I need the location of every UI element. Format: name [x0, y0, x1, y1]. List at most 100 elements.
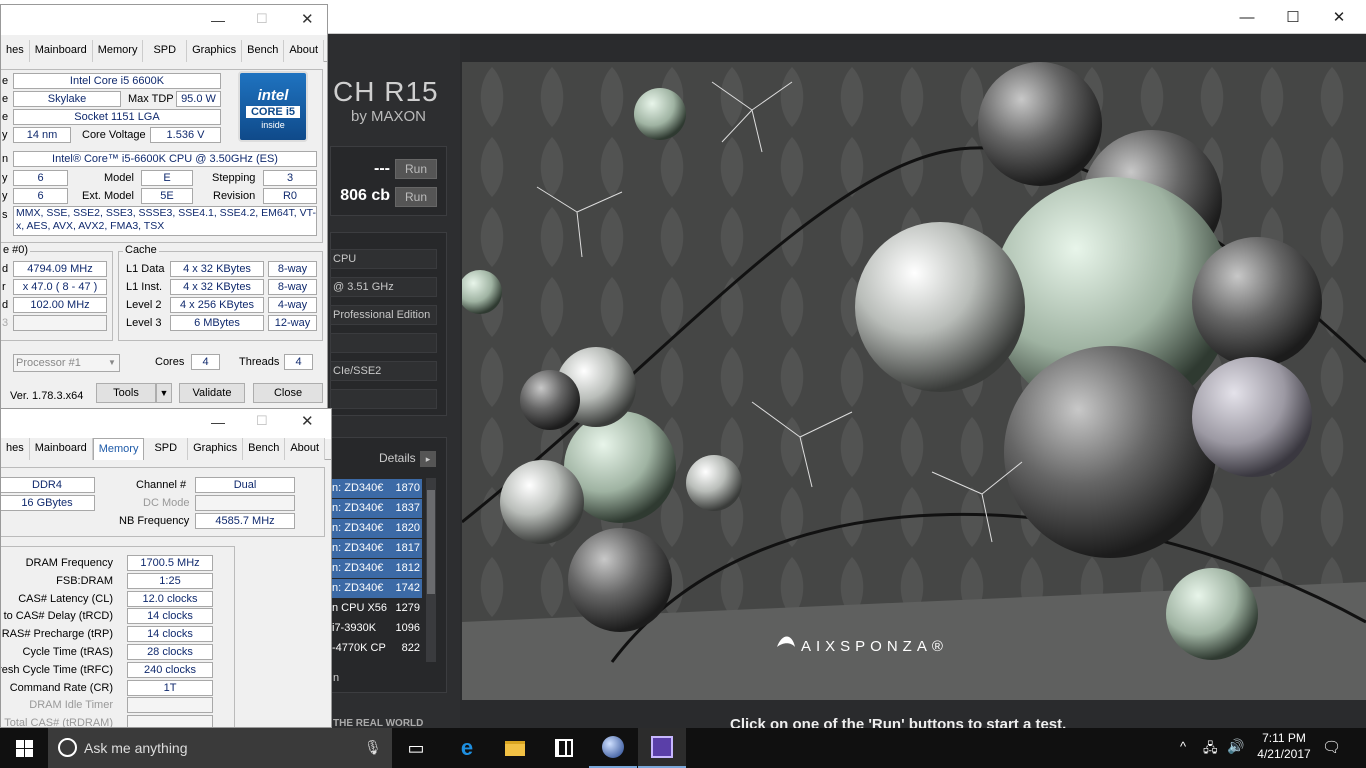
tab-memory[interactable]: Memory [92, 40, 144, 62]
ranking-row[interactable]: n: ZD340€ 1820 [330, 519, 422, 538]
store-icon[interactable] [540, 728, 588, 768]
intel-core-i5-logo: intel CORE i5 inside [238, 71, 308, 142]
windows-start-icon[interactable] [0, 728, 48, 768]
tab-spd[interactable]: SPD [144, 438, 189, 460]
tab-about[interactable]: About [285, 438, 326, 460]
ranking-row[interactable]: n CPU X56 1279 [330, 599, 422, 618]
ranking-row[interactable]: n: ZD340€ 1742 [330, 579, 422, 598]
cache-size-value: 4 x 32 KBytes [170, 279, 264, 295]
clocks-title: e #0) [1, 244, 31, 256]
core-speed-label: d [2, 263, 9, 275]
maximize-icon[interactable]: ☐ [256, 11, 268, 27]
tools-button[interactable]: Tools [96, 383, 156, 403]
timing-label: DRAM Idle Timer [29, 699, 113, 712]
tab-spd[interactable]: SPD [143, 40, 188, 62]
timing-value: 1700.5 MHz [127, 555, 213, 571]
instructions-value: MMX, SSE, SSE2, SSE3, SSSE3, SSE4.1, SSE… [13, 206, 317, 236]
minimize-icon[interactable]: — [211, 414, 225, 430]
show-hidden-icons-icon[interactable]: ^ [1180, 739, 1186, 754]
timing-label: RAS# Precharge (tRP) [1, 628, 113, 641]
minimize-icon[interactable]: — [211, 12, 225, 28]
tab-caches[interactable]: hes [1, 40, 30, 62]
ranking-name: n: ZD340€ [332, 542, 384, 554]
system-os: Professional Edition [330, 305, 437, 325]
threads-label: Threads [239, 356, 280, 368]
processor-select[interactable]: Processor #1 [13, 354, 120, 372]
cores-label: Cores [155, 356, 185, 368]
timing-label: DRAM Frequency [25, 557, 113, 569]
timing-value [127, 697, 213, 714]
validate-button[interactable]: Validate [179, 383, 245, 403]
close-icon[interactable]: ✕ [1316, 0, 1362, 34]
minimize-icon[interactable]: — [1224, 0, 1270, 34]
package-label: e [2, 111, 9, 123]
cache-assoc-value: 12-way [268, 315, 317, 331]
ranking-row[interactable]: n: ZD340€ 1812 [330, 559, 422, 578]
maximize-icon[interactable]: ☐ [256, 413, 268, 429]
cache-size-value: 4 x 32 KBytes [170, 261, 264, 277]
tab-graphics[interactable]: Graphics [188, 438, 244, 460]
bus-speed-value: 102.00 MHz [13, 297, 107, 313]
tools-dropdown-icon[interactable]: ▼ [156, 383, 172, 403]
maximize-icon[interactable]: ☐ [1270, 0, 1316, 34]
search-box[interactable]: Ask me anything 🎙 [48, 728, 392, 768]
microphone-icon[interactable]: 🎙 [364, 739, 382, 756]
voltage-value: 1.536 V [150, 127, 221, 143]
channel-value: Dual [195, 477, 295, 493]
aixsponza-logo: AIXSPONZA® [777, 636, 948, 655]
spec-value: Intel® Core™ i5-6600K CPU @ 3.50GHz (ES) [13, 151, 317, 167]
ranking-name: n: ZD340€ [332, 582, 384, 594]
ranking-row[interactable]: n: ZD340€ 1837 [330, 499, 422, 518]
tab-mainboard[interactable]: Mainboard [29, 40, 93, 62]
clock[interactable]: 7:11 PM 4/21/2017 [1252, 731, 1316, 761]
timing-value: 14 clocks [127, 626, 213, 643]
cache-title: Cache [123, 244, 159, 256]
volume-icon[interactable]: 🔊 [1227, 738, 1244, 755]
result-cpu: 806 cb [340, 187, 390, 204]
ranking-row[interactable]: i7-3930K 1096 [330, 619, 422, 638]
timing-value: 14 clocks [127, 608, 213, 625]
aixsponza-text: AIXSPONZA® [801, 638, 948, 655]
run-opengl-button[interactable]: Run [395, 159, 437, 179]
timing-label: Total CAS# (tRDRAM) [4, 717, 113, 728]
render-viewport: AIXSPONZA® [462, 62, 1366, 700]
ranking-score: 1837 [395, 502, 420, 514]
revision-value: R0 [263, 188, 317, 204]
ranking-scroll-thumb[interactable] [427, 490, 435, 594]
network-icon[interactable]: 🖧 [1203, 739, 1218, 761]
ranking-row[interactable]: n: ZD340€ 1817 [330, 539, 422, 558]
tab-bench[interactable]: Bench [243, 438, 286, 460]
edge-icon[interactable]: e [443, 728, 491, 768]
file-explorer-icon[interactable] [491, 728, 539, 768]
cinebench-taskbar-icon[interactable] [589, 728, 637, 768]
cpuz-taskbar-icon[interactable] [638, 728, 686, 768]
tab-bench[interactable]: Bench [242, 40, 285, 62]
timing-label: # to CAS# Delay (tRCD) [0, 610, 113, 623]
ranking-name: n: ZD340€ [332, 502, 384, 514]
system-gfx: CIe/SSE2 [330, 361, 437, 381]
close-icon[interactable]: ✕ [301, 10, 314, 28]
ranking-row[interactable]: -4770K CP 822 [330, 639, 422, 658]
cpuz-cpu-titlebar: — ☐ ✕ [1, 5, 327, 35]
close-button[interactable]: Close [253, 383, 323, 403]
ranking-score: 1096 [395, 622, 420, 634]
close-icon[interactable]: ✕ [301, 412, 314, 430]
details-arrow-icon[interactable]: ▸ [420, 451, 436, 467]
ranking-name: n CPU X56 [332, 602, 388, 614]
tab-mainboard[interactable]: Mainboard [29, 438, 93, 460]
task-view-icon[interactable]: ▭ [392, 728, 440, 768]
channel-label: Channel # [136, 479, 187, 491]
tab-memory[interactable]: Memory [92, 438, 145, 460]
tab-about[interactable]: About [284, 40, 325, 62]
ranking-name: -4770K CP [332, 642, 386, 654]
timing-value: 28 clocks [127, 644, 213, 660]
cache-level-label: Level 2 [126, 299, 162, 311]
ranking-scrollbar[interactable] [426, 478, 436, 662]
ranking-name: i7-3930K [332, 622, 377, 634]
run-cpu-button[interactable]: Run [395, 187, 437, 207]
ranking-row[interactable]: n: ZD340€ 1870 [330, 479, 422, 498]
tab-graphics[interactable]: Graphics [187, 40, 243, 62]
action-center-icon[interactable]: 🗨 [1322, 738, 1341, 756]
tab-caches[interactable]: hes [1, 438, 30, 460]
chevron-down-icon[interactable]: ▼ [105, 355, 119, 371]
